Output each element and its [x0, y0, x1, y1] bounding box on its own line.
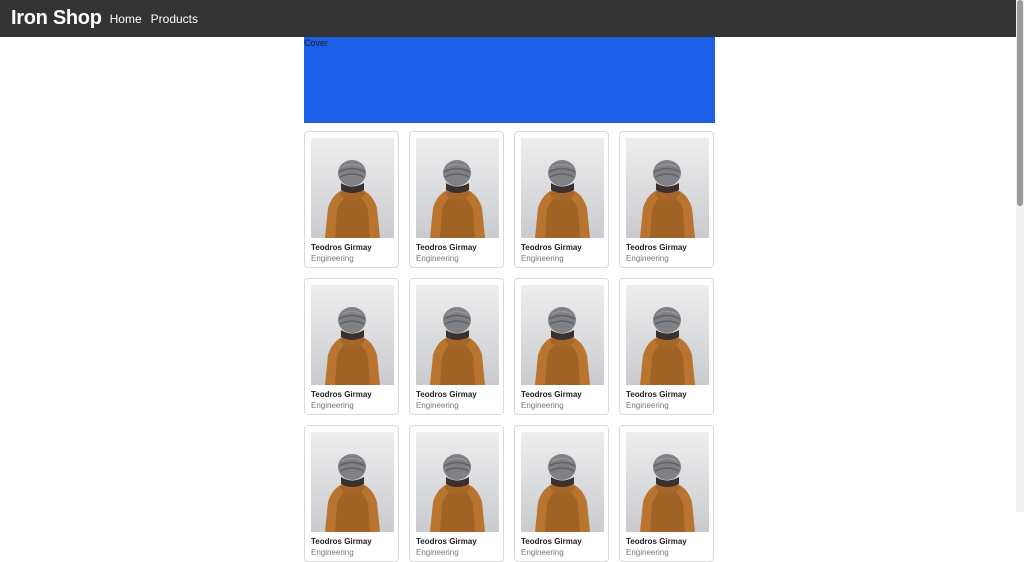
card-name: Teodros Girmay	[416, 243, 477, 252]
card-department: Engineering	[521, 254, 564, 263]
profile-card[interactable]: Teodros Girmay Engineering	[304, 131, 399, 268]
profile-photo	[626, 432, 709, 532]
cover-banner: Cover	[304, 37, 715, 123]
page-scrollbar[interactable]	[1016, 0, 1024, 512]
profile-photo	[416, 285, 499, 385]
profile-card[interactable]: Teodros Girmay Engineering	[514, 425, 609, 562]
profile-photo	[311, 285, 394, 385]
nav-link-products[interactable]: Products	[151, 12, 198, 26]
profile-card[interactable]: Teodros Girmay Engineering	[619, 425, 714, 562]
profile-photo	[626, 138, 709, 238]
card-name: Teodros Girmay	[626, 537, 687, 546]
card-name: Teodros Girmay	[416, 390, 477, 399]
navbar: Iron Shop Home Products	[0, 0, 1016, 37]
card-department: Engineering	[626, 401, 669, 410]
brand-logo[interactable]: Iron Shop	[11, 7, 102, 30]
card-department: Engineering	[521, 548, 564, 557]
profile-card[interactable]: Teodros Girmay Engineering	[619, 131, 714, 268]
profile-card[interactable]: Teodros Girmay Engineering	[304, 278, 399, 415]
card-name: Teodros Girmay	[521, 390, 582, 399]
profile-photo	[311, 432, 394, 532]
cover-label: Cover	[304, 38, 329, 48]
profile-card[interactable]: Teodros Girmay Engineering	[304, 425, 399, 562]
card-name: Teodros Girmay	[416, 537, 477, 546]
profile-photo	[521, 285, 604, 385]
card-department: Engineering	[416, 548, 459, 557]
scrollbar-thumb[interactable]	[1017, 0, 1023, 206]
profile-photo	[521, 138, 604, 238]
profile-card[interactable]: Teodros Girmay Engineering	[409, 425, 504, 562]
profile-card[interactable]: Teodros Girmay Engineering	[619, 278, 714, 415]
profile-card[interactable]: Teodros Girmay Engineering	[514, 278, 609, 415]
card-department: Engineering	[626, 254, 669, 263]
card-department: Engineering	[311, 254, 354, 263]
profile-photo	[626, 285, 709, 385]
card-name: Teodros Girmay	[311, 243, 372, 252]
card-name: Teodros Girmay	[311, 537, 372, 546]
card-department: Engineering	[311, 401, 354, 410]
card-department: Engineering	[626, 548, 669, 557]
profile-photo	[416, 138, 499, 238]
card-name: Teodros Girmay	[626, 243, 687, 252]
profile-photo	[416, 432, 499, 532]
nav-link-home[interactable]: Home	[110, 12, 142, 26]
card-name: Teodros Girmay	[626, 390, 687, 399]
card-department: Engineering	[521, 401, 564, 410]
profile-card[interactable]: Teodros Girmay Engineering	[409, 131, 504, 268]
profile-photo	[521, 432, 604, 532]
card-name: Teodros Girmay	[521, 537, 582, 546]
profile-photo	[311, 138, 394, 238]
card-department: Engineering	[416, 254, 459, 263]
card-department: Engineering	[416, 401, 459, 410]
profile-card[interactable]: Teodros Girmay Engineering	[514, 131, 609, 268]
card-department: Engineering	[311, 548, 354, 557]
card-name: Teodros Girmay	[521, 243, 582, 252]
card-name: Teodros Girmay	[311, 390, 372, 399]
profile-card[interactable]: Teodros Girmay Engineering	[409, 278, 504, 415]
